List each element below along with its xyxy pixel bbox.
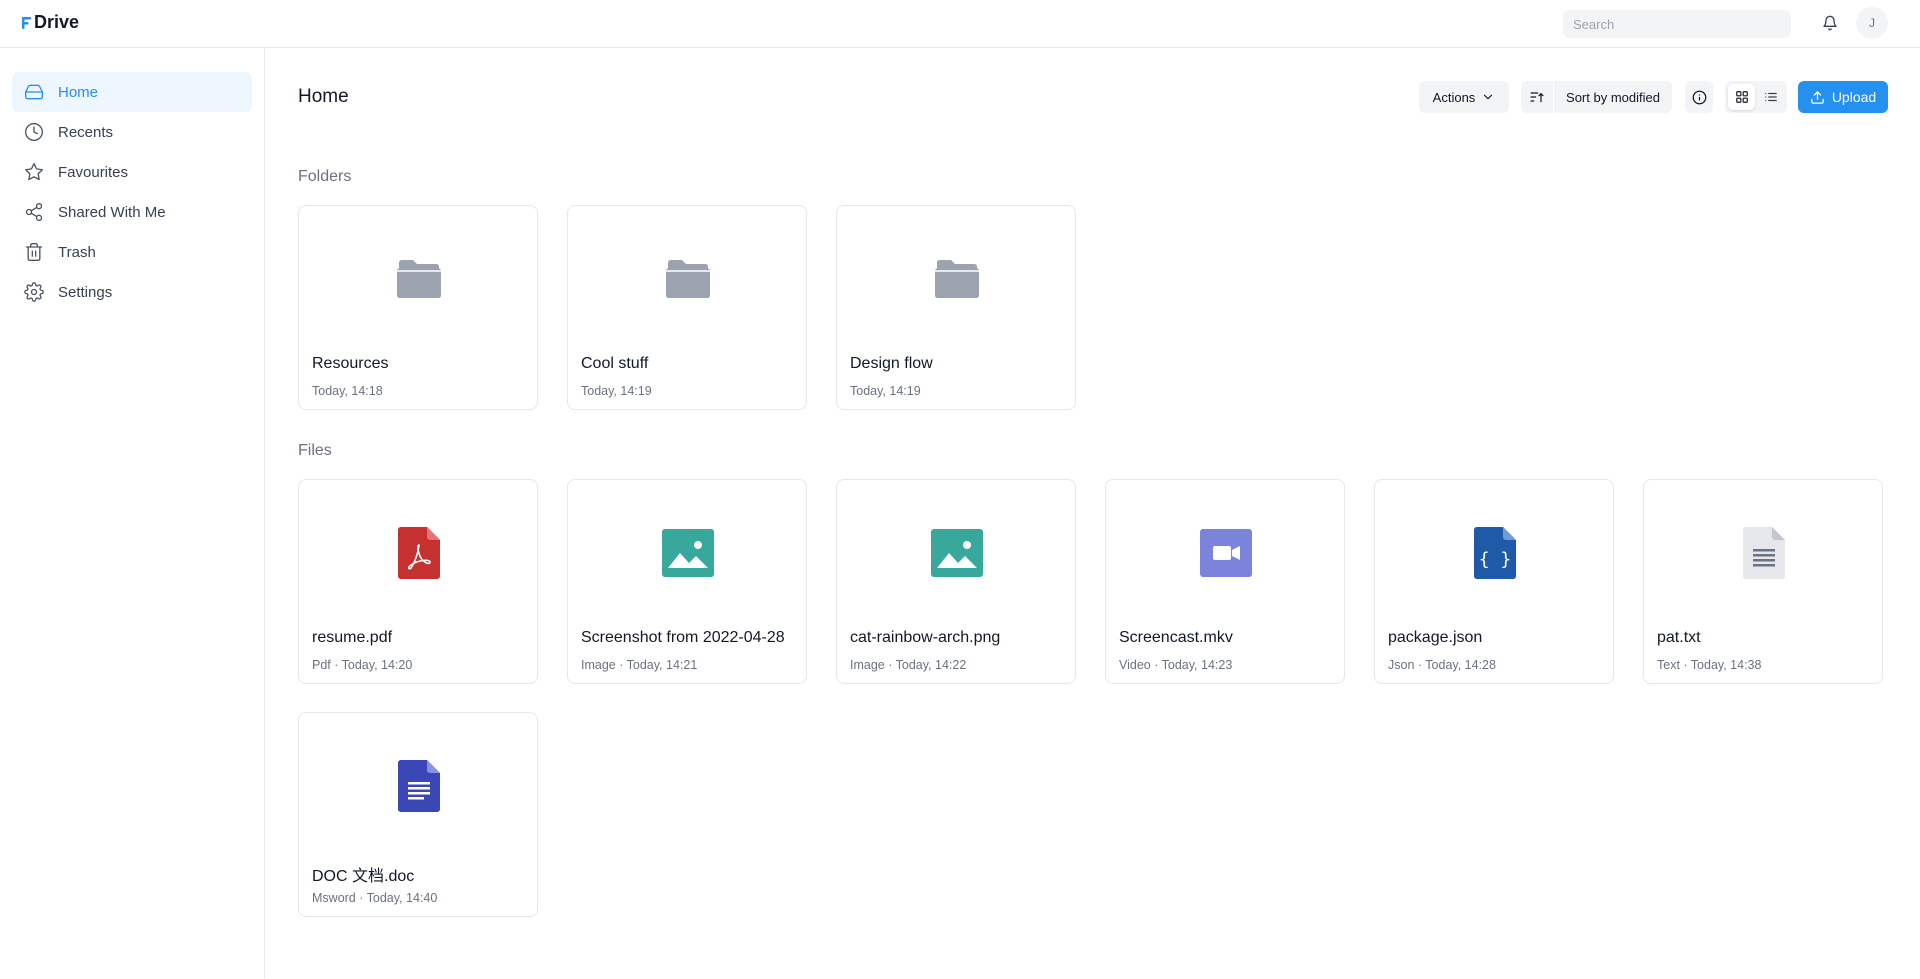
file-meta: Image · Today, 14:22 — [850, 658, 967, 672]
file-card[interactable]: Screenshot from 2022-04-28 Image · Today… — [567, 479, 807, 684]
files-section-title: Files — [298, 442, 332, 459]
grid-icon — [1735, 91, 1748, 103]
page-title: Home — [298, 86, 349, 107]
actions-label: Actions — [1432, 89, 1476, 105]
app-logo[interactable]: Drive — [22, 12, 79, 33]
file-card[interactable]: pat.txt Text · Today, 14:38 — [1643, 479, 1883, 684]
folder-card[interactable]: Resources Today, 14:18 — [298, 205, 538, 410]
grid-view-button[interactable] — [1728, 84, 1755, 110]
file-card[interactable]: cat-rainbow-arch.png Image · Today, 14:2… — [836, 479, 1076, 684]
file-meta: Json · Today, 14:28 — [1388, 658, 1496, 672]
file-name: resume.pdf — [312, 629, 393, 646]
sidebar-item-label: Settings — [58, 283, 113, 301]
file-name: cat-rainbow-arch.png — [850, 629, 1001, 646]
trash-icon — [25, 243, 43, 261]
top-bar: Drive J — [0, 0, 1920, 48]
svg-text:{ }: { } — [1479, 549, 1512, 570]
file-card[interactable]: { } package.json Json · Today, 14:28 — [1374, 479, 1614, 684]
chevron-down-icon — [1484, 94, 1493, 100]
file-card[interactable]: Screencast.mkv Video · Today, 14:23 — [1105, 479, 1345, 684]
info-button[interactable] — [1685, 81, 1713, 113]
sort-direction-button[interactable] — [1521, 81, 1553, 113]
file-meta: Text · Today, 14:38 — [1657, 658, 1762, 672]
folder-meta: Today, 14:19 — [850, 384, 921, 398]
upload-icon — [1811, 90, 1824, 104]
video-file-icon — [1200, 528, 1252, 577]
file-card[interactable]: resume.pdf Pdf · Today, 14:20 — [298, 479, 538, 684]
upload-label: Upload — [1831, 89, 1877, 105]
folder-meta: Today, 14:19 — [581, 384, 652, 398]
view-toggle — [1725, 81, 1787, 113]
json-file-icon: { } — [1474, 526, 1516, 579]
star-icon — [25, 163, 43, 181]
folder-name: Resources — [312, 355, 389, 372]
doc-file-icon — [398, 759, 440, 812]
sidebar-item-label: Favourites — [58, 163, 129, 181]
list-view-button[interactable] — [1757, 84, 1784, 110]
file-name: package.json — [1388, 629, 1483, 646]
folder-name: Cool stuff — [581, 355, 649, 372]
sidebar-item-settings[interactable]: Settings — [12, 272, 252, 312]
search-input[interactable] — [1563, 10, 1791, 38]
actions-dropdown-button[interactable]: Actions — [1419, 81, 1509, 113]
folder-card[interactable]: Cool stuff Today, 14:19 — [567, 205, 807, 410]
file-meta: Msword · Today, 14:40 — [312, 891, 438, 905]
frappe-logo-icon — [22, 16, 31, 29]
notifications-bell-icon[interactable] — [1819, 12, 1841, 34]
folder-meta: Today, 14:18 — [312, 384, 383, 398]
file-name: Screenshot from 2022-04-28 — [581, 629, 785, 646]
avatar[interactable]: J — [1856, 7, 1888, 39]
folders-section-title: Folders — [298, 168, 352, 185]
file-meta: Pdf · Today, 14:20 — [312, 658, 413, 672]
gear-icon — [24, 282, 44, 302]
sidebar-item-label: Shared With Me — [58, 203, 166, 221]
file-meta: Image · Today, 14:21 — [581, 658, 698, 672]
sidebar-item-home[interactable]: Home — [12, 72, 252, 112]
sidebar-item-favourites[interactable]: Favourites — [12, 152, 252, 192]
app-name: Drive — [34, 12, 80, 32]
drive-icon — [25, 84, 43, 100]
image-file-icon — [931, 528, 983, 577]
text-file-icon — [1743, 526, 1785, 579]
file-name: pat.txt — [1657, 629, 1701, 646]
file-card[interactable]: DOC 文档.doc Msword · Today, 14:40 — [298, 712, 538, 917]
folder-card[interactable]: Design flow Today, 14:19 — [836, 205, 1076, 410]
list-icon — [1764, 92, 1777, 102]
image-file-icon — [662, 528, 714, 577]
sidebar-item-label: Trash — [58, 243, 96, 261]
sidebar-item-shared[interactable]: Shared With Me — [12, 192, 252, 232]
folder-name: Design flow — [850, 355, 933, 372]
sidebar-item-label: Recents — [58, 123, 114, 141]
sidebar-item-label: Home — [58, 83, 99, 101]
sidebar-item-trash[interactable]: Trash — [12, 232, 252, 272]
pdf-file-icon — [398, 526, 440, 579]
folder-icon — [935, 259, 979, 298]
sort-ascending-icon — [1530, 92, 1544, 103]
sidebar: Home Recents Favourites Shared With Me T… — [0, 48, 265, 979]
clock-icon — [25, 123, 43, 141]
folder-icon — [666, 259, 710, 298]
share-icon — [25, 203, 43, 221]
file-name: Screencast.mkv — [1119, 629, 1233, 646]
file-meta: Video · Today, 14:23 — [1119, 658, 1233, 672]
sidebar-item-recents[interactable]: Recents — [12, 112, 252, 152]
folder-icon — [397, 259, 441, 298]
sort-by-button[interactable]: Sort by modified — [1554, 81, 1672, 113]
file-name: DOC 文档.doc — [312, 868, 415, 885]
upload-button[interactable]: Upload — [1798, 81, 1888, 113]
info-icon — [1692, 90, 1706, 104]
